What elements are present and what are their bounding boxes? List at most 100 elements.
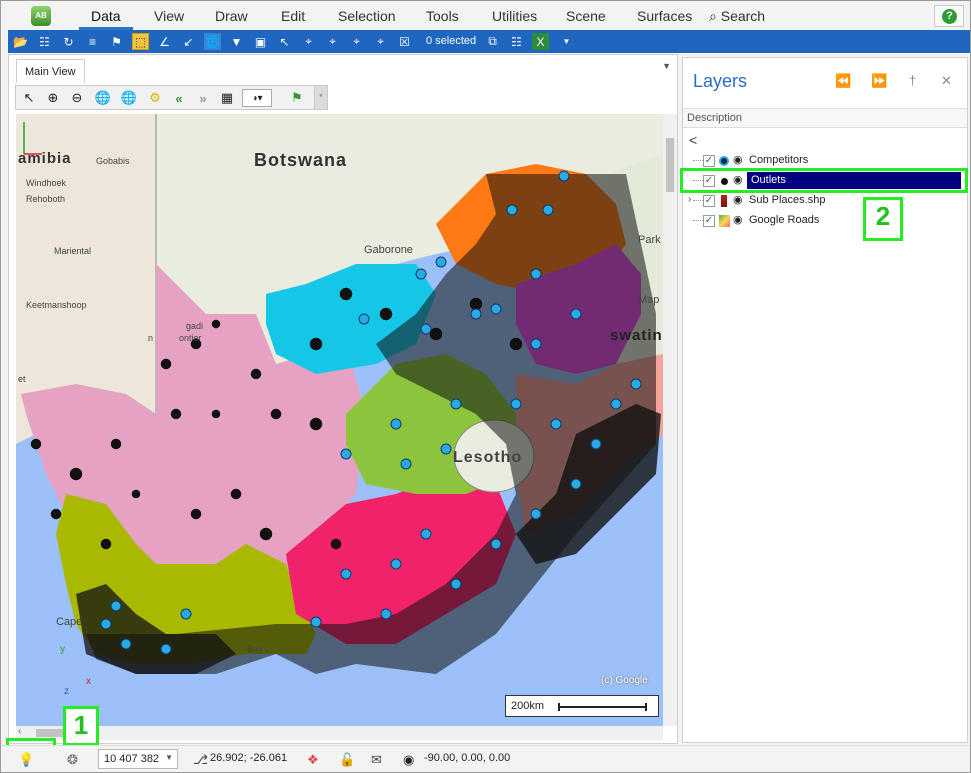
panel-menu-icon[interactable]: ▼ (662, 61, 671, 71)
snap-icon[interactable]: ❖ (307, 752, 319, 768)
comment-icon[interactable]: ✉ (371, 752, 382, 768)
label-gaborone: Gaborone (364, 244, 413, 256)
select-lasso-icon[interactable]: ⌖ (324, 33, 341, 50)
scale-bar-label: 200km (511, 700, 545, 712)
label-botswana: Botswana (254, 150, 348, 170)
select-polygon-icon[interactable]: ⌖ (300, 33, 317, 50)
pointer-icon[interactable]: ↖ (20, 89, 38, 107)
help-button[interactable]: ? (934, 5, 964, 27)
close-icon[interactable]: ✕ (941, 73, 952, 89)
search-icon: ⌕ (709, 8, 717, 24)
layer-cake-icon[interactable]: ❂ (67, 752, 78, 768)
lightbulb-icon[interactable]: 💡 (18, 752, 34, 768)
zoom-in-icon[interactable]: ⊕ (44, 89, 62, 107)
menu-view[interactable]: View (154, 8, 184, 24)
copy-selection-icon[interactable]: ⧉ (484, 33, 501, 50)
menu-utilities[interactable]: Utilities (492, 8, 537, 24)
map-attribution: (c) Google (601, 675, 648, 686)
theme-dropdown[interactable]: ◑▾ (242, 89, 272, 107)
map-toolbar-overflow[interactable]: * (314, 85, 328, 110)
visibility-eye-icon[interactable]: ◉ (733, 193, 743, 206)
tab-main-view[interactable]: Main View (16, 59, 85, 83)
map-drawing (16, 114, 663, 674)
annotation-2: 2 (863, 197, 903, 241)
menu-search[interactable]: ⌕ Search (709, 8, 765, 25)
import-icon[interactable]: ↻ (60, 33, 77, 50)
app-logo-icon[interactable]: AB (31, 6, 51, 26)
application-window: AB Data View Draw Edit Selection Tools U… (0, 0, 971, 773)
clear-selection-icon[interactable]: ☒ (396, 33, 413, 50)
layer-checkbox[interactable]: ✓ (703, 155, 715, 167)
measure-icon[interactable]: ∠ (156, 33, 173, 50)
help-icon: ? (942, 9, 957, 24)
collapse-right-icon[interactable]: ⏩ (871, 73, 887, 89)
visibility-eye-icon[interactable]: ◉ (733, 153, 743, 166)
label-gadi: gadi (186, 321, 204, 331)
zoom-extent-icon[interactable]: 🌐 (94, 89, 112, 107)
menu-bar: AB Data View Draw Edit Selection Tools U… (1, 1, 970, 30)
previous-view-icon[interactable]: « (170, 89, 188, 107)
expand-chevron-icon[interactable]: › (688, 194, 691, 205)
cursor-coordinates: 26.902; -26.061 (210, 752, 288, 764)
grid-icon[interactable]: ▦ (218, 89, 236, 107)
label-gobabis: Gobabis (96, 156, 130, 166)
layer-checkbox[interactable]: ✓ (703, 215, 715, 227)
point-layer-icon (719, 156, 729, 166)
unlock-icon[interactable]: 🔓 (339, 752, 355, 768)
table-data-icon[interactable]: ☷ (36, 33, 53, 50)
attribute-table-icon[interactable]: ☷ (508, 33, 525, 50)
location-pin-icon[interactable]: ▼ (228, 33, 245, 50)
zoom-layer-icon[interactable]: 🌐 (120, 89, 138, 107)
menu-draw[interactable]: Draw (215, 8, 248, 24)
layers-panel: Layers ⏪ ⏩ † ✕ Description < ✓ ◉ Competi… (682, 57, 968, 743)
layers-stack-icon[interactable]: ≡ (84, 33, 101, 50)
globe-icon[interactable]: 🌐 (204, 33, 221, 50)
zoom-out-icon[interactable]: ⊖ (68, 89, 86, 107)
map-canvas[interactable]: Botswana amibia Gobabis Windhoek Rehobot… (16, 114, 663, 726)
layer-row-google-roads[interactable]: ✓ ◉ Google Roads (683, 211, 967, 231)
boundary-icon[interactable]: ⬚ (132, 33, 149, 50)
map-pin-icon[interactable]: ⚑ (108, 33, 125, 50)
menu-surfaces[interactable]: Surfaces (637, 8, 692, 24)
label-eswatini: swatini (610, 327, 663, 344)
menu-data[interactable]: Data (91, 8, 121, 24)
label-n: n (148, 333, 154, 343)
menu-tools[interactable]: Tools (426, 8, 459, 24)
layer-row-sub-places[interactable]: › ✓ ◉ Sub Places.shp (683, 191, 967, 211)
menu-selection[interactable]: Selection (338, 8, 396, 24)
vertical-scrollbar[interactable] (663, 114, 677, 726)
next-view-icon[interactable]: » (194, 89, 212, 107)
horizontal-scrollbar[interactable]: ‹ (16, 726, 663, 740)
menu-scene[interactable]: Scene (566, 8, 606, 24)
select-pointer-icon[interactable]: ↖ (276, 33, 293, 50)
layer-checkbox[interactable]: ✓ (703, 195, 715, 207)
select-circle-icon[interactable]: ⌖ (372, 33, 389, 50)
label-windhoek: Windhoek (26, 178, 67, 188)
chart-icon[interactable]: ↙ (180, 33, 197, 50)
menu-edit[interactable]: Edit (281, 8, 305, 24)
annotation-1: 1 (63, 706, 99, 746)
layers-column-header: Description (683, 108, 967, 128)
label-et: et (18, 374, 26, 384)
label-rehoboth: Rehoboth (26, 194, 66, 204)
eye-icon: ◉ (403, 752, 415, 767)
settings-gear-icon[interactable]: ⚙ (146, 89, 164, 107)
layers-panel-title: Layers (693, 71, 748, 91)
back-arrow-icon[interactable]: < (689, 132, 697, 148)
pin-icon[interactable]: † (909, 73, 916, 88)
layer-name: Competitors (749, 154, 809, 166)
open-folder-icon[interactable]: 📂 (12, 33, 29, 50)
layer-name: Sub Places.shp (749, 194, 826, 206)
bookmark-icon[interactable]: ⚑ (288, 89, 306, 107)
highlight-outlets-row (680, 168, 968, 193)
collapse-left-icon[interactable]: ⏪ (835, 73, 851, 89)
toolbar-overflow-icon[interactable]: ▼ (558, 33, 575, 50)
excel-export-icon[interactable]: X (532, 33, 549, 50)
status-bar: 💡 ❂ 10 407 382 ▼ ⎇ 26.902; -26.061 ❖ 🔓 ✉ … (1, 745, 970, 772)
select-line-icon[interactable]: ⌖ (348, 33, 365, 50)
scale-dropdown[interactable]: 10 407 382 ▼ (98, 749, 178, 769)
visibility-eye-icon[interactable]: ◉ (733, 213, 743, 226)
label-icon[interactable]: ▣ (252, 33, 269, 50)
axis-x-label: x (86, 676, 91, 687)
scale-bar: 200km (505, 695, 659, 717)
